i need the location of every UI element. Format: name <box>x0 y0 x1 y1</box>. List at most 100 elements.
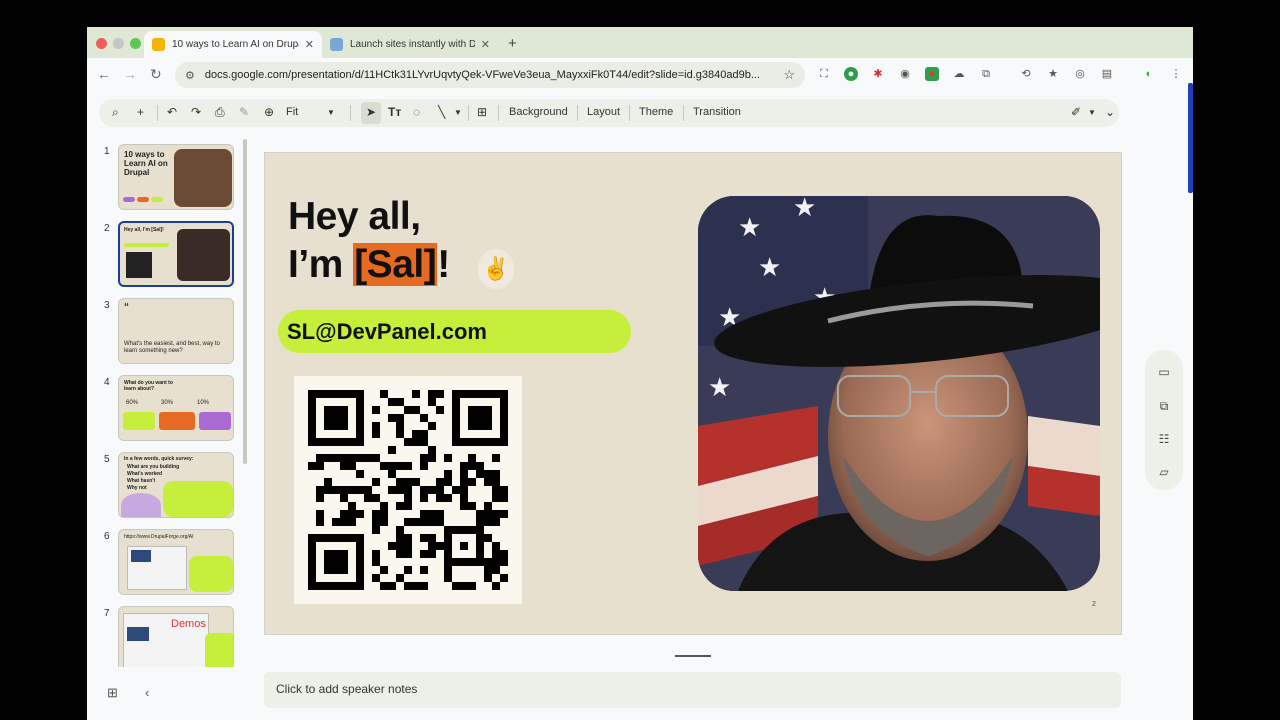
filmstrip-slide-5[interactable]: 5 In a few words, quick survey: What are… <box>87 452 247 522</box>
new-tab-button[interactable]: + <box>508 35 517 52</box>
thumb-demos-label: Demos <box>171 618 206 630</box>
line-dropdown-icon[interactable]: ▼ <box>454 108 462 117</box>
tasks-icon[interactable]: ⧉ <box>1157 399 1171 413</box>
minimize-window-button[interactable] <box>113 38 124 49</box>
filmstrip-slide-2[interactable]: 2 Hey all, I'm [Sal]! <box>87 221 247 291</box>
contacts-icon[interactable]: ☷ <box>1157 432 1171 446</box>
tab-strip: 10 ways to Learn AI on Drupal ✕ Launch s… <box>87 27 1193 58</box>
record-extension-icon[interactable]: ● <box>925 67 939 81</box>
filmstrip-slide-3[interactable]: 3 “ What's the easiest, and best, way to… <box>87 298 247 368</box>
paint-format-icon[interactable]: ✎ <box>239 105 249 119</box>
thumb-pill <box>151 197 163 202</box>
filmstrip-slide-1[interactable]: 1 10 ways to Learn AI on Drupal <box>87 144 247 214</box>
slide-thumbnail[interactable]: “ What's the easiest, and best, way to l… <box>118 298 234 364</box>
tab-title: Launch sites instantly with DevPanel <box>350 39 475 50</box>
close-tab-icon[interactable]: ✕ <box>305 38 314 51</box>
cloud-icon[interactable]: ☁ <box>952 67 966 81</box>
reload-icon[interactable]: ↻ <box>150 66 162 83</box>
thumb-title: 10 ways to Learn AI on Drupal <box>124 150 168 178</box>
close-tab-icon[interactable]: ✕ <box>481 38 490 51</box>
collapse-filmstrip-icon[interactable]: ‹ <box>145 685 149 700</box>
zoom-dropdown-icon[interactable]: ▼ <box>327 108 335 117</box>
slide-number: 5 <box>104 454 110 465</box>
svg-text:★: ★ <box>758 252 781 282</box>
search-menus-icon[interactable]: ⌕ <box>112 105 119 120</box>
theme-button[interactable]: Theme <box>639 106 673 118</box>
keep-notes-icon[interactable]: ▭ <box>1157 365 1171 379</box>
history-icon[interactable]: ⟲ <box>1019 67 1033 81</box>
grammarly-icon[interactable]: ◐ <box>1142 67 1156 81</box>
speaker-notes[interactable]: Click to add speaker notes <box>264 672 1121 708</box>
qr-code-graphic <box>308 390 508 590</box>
camera-icon[interactable]: ◉ <box>898 67 912 81</box>
extension-icon[interactable]: ✱ <box>871 67 885 81</box>
bookmark-star-icon[interactable]: ☆ <box>783 67 795 83</box>
divider <box>468 105 469 121</box>
slide-thumbnail[interactable]: https://www.DrupalForge.org/AI <box>118 529 234 595</box>
undo-icon[interactable]: ↶ <box>167 105 177 119</box>
thumb-item: What are you building <box>127 464 180 470</box>
slide-greeting: Hey all, I’m [Sal]! <box>288 193 450 288</box>
slide-number: 4 <box>104 377 110 388</box>
slide-thumbnail-selected[interactable]: Hey all, I'm [Sal]! <box>118 221 234 287</box>
extensions-puzzle-icon[interactable]: ⧉ <box>979 67 993 81</box>
thumb-shape <box>205 633 233 667</box>
grid-view-icon[interactable]: ⊞ <box>107 685 118 701</box>
folder-icon[interactable]: ▱ <box>1157 465 1171 479</box>
tab-slides[interactable]: 10 ways to Learn AI on Drupal ✕ <box>144 31 322 58</box>
background-button[interactable]: Background <box>509 106 568 118</box>
slide-thumbnail[interactable]: 10 ways to Learn AI on Drupal <box>118 144 234 210</box>
tab-title: 10 ways to Learn AI on Drupal <box>172 39 299 50</box>
forward-icon[interactable]: → <box>123 66 137 82</box>
maximize-window-button[interactable] <box>130 38 141 49</box>
browser-window: 10 ways to Learn AI on Drupal ✕ Launch s… <box>87 27 1193 720</box>
slide-thumbnail[interactable]: What do you want to learn about? 60% 30%… <box>118 375 234 441</box>
site-info-icon[interactable]: ⚙ <box>185 69 195 82</box>
speaker-photo: ★ ★ ★ ★ ★ ★ <box>698 196 1100 591</box>
slide-canvas[interactable]: Hey all, I’m [Sal]! ✌ SL@DevPanel.com ★ … <box>264 152 1122 635</box>
close-window-button[interactable] <box>96 38 107 49</box>
slide-thumbnail[interactable]: In a few words, quick survey: What are y… <box>118 452 234 518</box>
greeting-suffix: ! <box>437 242 450 286</box>
text-box-icon[interactable]: Tт <box>388 105 401 119</box>
email-pill: SL@DevPanel.com <box>278 310 631 353</box>
filmstrip-slide-7[interactable]: 7 Demos <box>87 606 247 667</box>
thumb-block <box>127 627 149 641</box>
pen-dropdown-icon[interactable]: ▼ <box>1088 108 1096 117</box>
shape-icon[interactable]: ◌ <box>413 105 420 119</box>
zoom-icon[interactable]: ⊕ <box>264 105 274 119</box>
thumb-percent: 30% <box>161 400 174 406</box>
devpanel-icon <box>330 38 343 51</box>
thumb-email-pill <box>124 243 169 247</box>
reading-list-icon[interactable]: ▤ <box>1100 67 1114 81</box>
zoom-select[interactable]: Fit <box>286 106 298 118</box>
address-bar[interactable]: ⚙ docs.google.com/presentation/d/11HCtk3… <box>175 62 805 88</box>
transition-button[interactable]: Transition <box>693 106 741 118</box>
bookmarks-icon[interactable]: ★ <box>1046 67 1060 81</box>
back-icon[interactable]: ← <box>97 66 111 82</box>
thumb-photo <box>177 229 230 281</box>
print-icon[interactable]: ⎙ <box>215 105 225 120</box>
filmstrip-scrollbar[interactable] <box>243 139 247 464</box>
thumb-title: What do you want to learn about? <box>124 380 173 392</box>
slide-thumbnail[interactable]: Demos <box>118 606 234 667</box>
lens-icon[interactable]: ◎ <box>1073 67 1087 81</box>
evernote-extension-icon[interactable]: ● <box>844 67 858 81</box>
insert-comment-icon[interactable]: ⊞ <box>477 105 487 119</box>
slide-number: 3 <box>104 300 110 311</box>
filmstrip-slide-4[interactable]: 4 What do you want to learn about? 60% 3… <box>87 375 247 445</box>
layout-button[interactable]: Layout <box>587 106 620 118</box>
thumb-item: What's worked <box>127 471 163 477</box>
new-slide-icon[interactable]: + <box>137 105 144 119</box>
notes-resize-handle[interactable] <box>675 655 711 657</box>
screenshot-icon[interactable]: ⛶ <box>817 67 831 81</box>
select-cursor-icon[interactable]: ➤ <box>366 105 376 119</box>
pen-tool-icon[interactable]: ✐ <box>1071 105 1081 119</box>
chrome-menu-icon[interactable]: ⋮ <box>1169 67 1183 81</box>
divider <box>157 105 158 121</box>
collapse-toolbar-icon[interactable]: ⌄ <box>1105 105 1115 119</box>
redo-icon[interactable]: ↷ <box>191 105 201 119</box>
tab-devpanel[interactable]: Launch sites instantly with DevPanel ✕ <box>322 31 498 58</box>
line-icon[interactable]: ╲ <box>438 105 445 119</box>
filmstrip-slide-6[interactable]: 6 https://www.DrupalForge.org/AI <box>87 529 247 599</box>
